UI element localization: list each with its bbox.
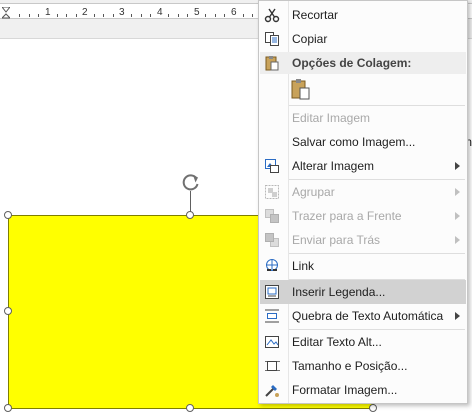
scissors-icon	[263, 6, 281, 24]
submenu-arrow-icon	[455, 312, 460, 320]
menu-item-bring-forward[interactable]: Trazer para a Frente	[260, 204, 466, 228]
menu-item-label: Editar Imagem	[292, 111, 371, 125]
menu-item-group[interactable]: Agrupar	[260, 180, 466, 204]
menu-item-label: Trazer para a Frente	[292, 209, 402, 223]
ruler-tick	[150, 14, 151, 17]
rotate-handle-icon[interactable]	[180, 171, 202, 193]
menu-item-edit-alt-text[interactable]: Editar Texto Alt...	[260, 330, 466, 354]
resize-handle-bottom-center[interactable]	[186, 404, 194, 412]
paste-picture-icon	[291, 79, 310, 100]
ruler-number: 6	[231, 7, 237, 18]
ruler-number: 4	[157, 7, 163, 18]
resize-handle-top-center[interactable]	[186, 211, 194, 219]
paste-keep-source-button[interactable]	[289, 77, 313, 101]
menu-item-label: Link	[292, 259, 315, 273]
resize-handle-bottom-left[interactable]	[4, 404, 12, 412]
insert-caption-icon	[263, 283, 281, 301]
submenu-arrow-icon	[455, 212, 460, 220]
ruler-number: 2	[82, 7, 88, 18]
ruler-tick	[252, 14, 253, 17]
ruler-tick	[131, 14, 132, 17]
resize-handle-middle-left[interactable]	[4, 307, 12, 315]
paste-options-header: Opções de Colagem:	[260, 52, 466, 74]
group-icon	[263, 183, 281, 201]
menu-item-edit-image[interactable]: Editar Imagem	[260, 106, 466, 130]
ruler-tick	[224, 14, 225, 17]
ruler-tick	[76, 14, 77, 17]
menu-item-link[interactable]: Link	[260, 254, 466, 278]
resize-handle-top-left[interactable]	[4, 211, 12, 219]
menu-item-label: Inserir Legenda...	[292, 285, 386, 299]
ruler-tick	[57, 14, 58, 17]
menu-item-label: Copiar	[292, 32, 328, 46]
ruler-tick	[168, 14, 169, 17]
ruler-tick	[66, 14, 67, 17]
menu-item-label: Agrupar	[292, 185, 335, 199]
format-image-icon	[263, 381, 281, 399]
ruler-tick	[19, 14, 20, 17]
menu-item-format-image[interactable]: Formatar Imagem...	[260, 378, 466, 402]
context-menu: Recortar Copiar Opções de Colagem: Edita…	[258, 0, 468, 404]
ruler-tick	[187, 14, 188, 17]
ruler-tick	[205, 14, 206, 17]
menu-item-send-backward[interactable]: Enviar para Trás	[260, 228, 466, 252]
ruler-number: 5	[194, 7, 200, 18]
ruler-number: 1	[45, 7, 51, 18]
submenu-arrow-icon	[455, 162, 460, 170]
menu-item-wrap-text[interactable]: Quebra de Texto Automática	[260, 304, 466, 328]
send-backward-icon	[263, 231, 281, 249]
clipboard-icon	[263, 54, 281, 72]
menu-item-label: Editar Texto Alt...	[292, 335, 382, 349]
menu-item-change-image[interactable]: Alterar Imagem	[260, 154, 466, 178]
copy-icon	[263, 30, 281, 48]
bring-forward-icon	[263, 207, 281, 225]
wrap-text-icon	[263, 307, 281, 325]
size-position-icon	[263, 357, 281, 375]
menu-item-size-position[interactable]: Tamanho e Posição...	[260, 354, 466, 378]
menu-item-label: Enviar para Trás	[292, 233, 381, 247]
menu-item-save-as-image[interactable]: Salvar como Imagem...	[260, 130, 466, 154]
paste-options-label: Opções de Colagem:	[292, 56, 412, 70]
ruler-tick	[29, 14, 30, 17]
indent-marker-icon[interactable]	[2, 7, 10, 21]
ruler-tick	[113, 14, 114, 17]
submenu-arrow-icon	[455, 188, 460, 196]
ruler-tick	[215, 14, 216, 17]
ruler-tick	[178, 14, 179, 17]
menu-item-insert-caption[interactable]: Inserir Legenda...	[260, 280, 466, 304]
menu-item-label: Formatar Imagem...	[292, 383, 398, 397]
ruler-number: 3	[119, 7, 125, 18]
ruler-tick	[94, 14, 95, 17]
menu-item-label: Salvar como Imagem...	[292, 135, 416, 149]
menu-item-copy[interactable]: Copiar	[260, 27, 466, 51]
ruler-tick	[103, 14, 104, 17]
menu-item-label: Quebra de Texto Automática	[292, 309, 444, 323]
menu-item-label: Tamanho e Posição...	[292, 359, 408, 373]
resize-handle-bottom-right[interactable]	[369, 404, 377, 412]
menu-item-label: Alterar Imagem	[292, 159, 375, 173]
change-image-icon	[263, 157, 281, 175]
ruler-tick	[141, 14, 142, 17]
menu-item-cut[interactable]: Recortar	[260, 3, 466, 27]
menu-item-label: Recortar	[292, 8, 339, 22]
ruler-tick	[243, 14, 244, 17]
link-icon	[263, 257, 281, 275]
submenu-arrow-icon	[455, 236, 460, 244]
ruler-tick	[38, 14, 39, 17]
alt-text-icon	[263, 333, 281, 351]
